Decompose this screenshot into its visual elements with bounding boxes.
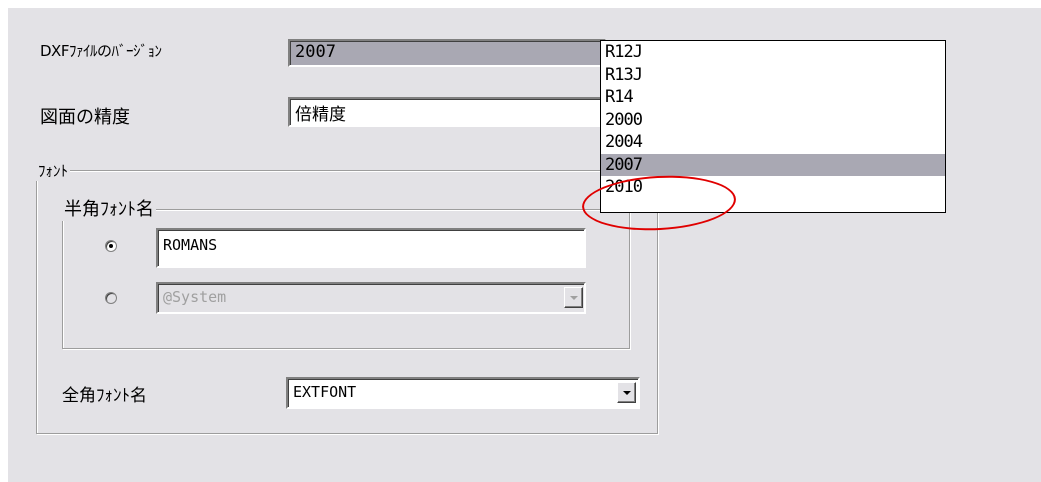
precision-label: 図面の精度 <box>40 107 130 128</box>
half-width-font-input[interactable]: ROMANS <box>156 228 586 268</box>
full-width-dropdown-button[interactable] <box>617 382 636 403</box>
half-width-group-title: 半角ﾌｫﾝﾄ名 <box>62 195 156 221</box>
full-width-font-select[interactable]: EXTFONT <box>286 377 640 409</box>
dxf-version-label: DXFﾌｧｲﾙのﾊﾞｰｼﾞｮﾝ <box>40 42 162 60</box>
half-width-option-2-radio[interactable] <box>105 292 117 304</box>
full-width-label: 全角ﾌｫﾝﾄ名 <box>62 386 147 406</box>
version-option-r14[interactable]: R14 <box>601 86 945 109</box>
half-width-dropdown-button <box>564 287 583 308</box>
half-width-option-1-radio[interactable] <box>105 240 117 252</box>
version-option-2004[interactable]: 2004 <box>601 131 945 154</box>
font-group-title: ﾌｫﾝﾄ <box>36 160 71 181</box>
precision-select[interactable]: 倍精度 <box>288 97 606 127</box>
version-option-2007[interactable]: 2007 <box>601 153 945 176</box>
version-option-r12j[interactable]: R12J <box>601 41 945 64</box>
version-option-r13j[interactable]: R13J <box>601 64 945 87</box>
dxf-version-select[interactable]: 2007 <box>288 39 606 67</box>
version-option-2000[interactable]: 2000 <box>601 109 945 132</box>
half-width-system-font-select: @System <box>156 282 586 314</box>
